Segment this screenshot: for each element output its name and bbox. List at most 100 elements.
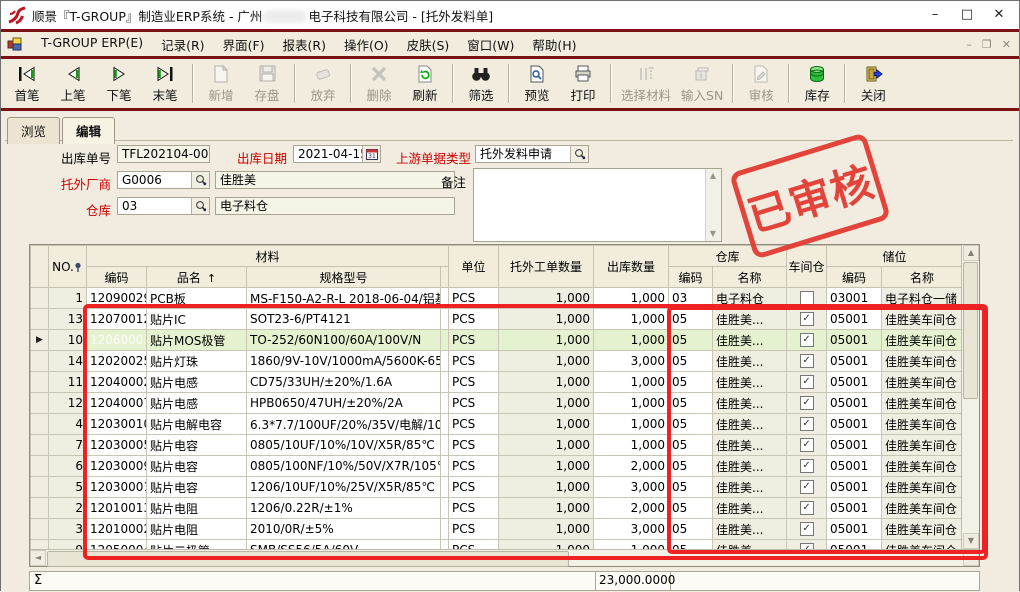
- col-header-spec[interactable]: 规格型号: [247, 267, 441, 288]
- cell-clipped[interactable]: [441, 372, 449, 393]
- row-indicator[interactable]: [31, 351, 49, 372]
- cell-material-code[interactable]: 12030001: [87, 477, 147, 498]
- cell-material-code[interactable]: 12010013: [87, 498, 147, 519]
- table-row[interactable]: 312010002贴片电阻2010/0R/±5%PCS1,0003,00005佳…: [31, 519, 963, 540]
- cell-clipped[interactable]: [441, 456, 449, 477]
- cell-workshop-checkbox[interactable]: ✓: [787, 435, 827, 456]
- cell-wo-qty[interactable]: 1,000: [499, 309, 594, 330]
- cell-spec[interactable]: 0805/10UF/10%/10V/X5R/85℃: [247, 435, 441, 456]
- cell-location-name[interactable]: 佳胜美车间仓: [882, 498, 962, 519]
- cell-warehouse-code[interactable]: 05: [669, 540, 713, 550]
- cell-workshop-checkbox[interactable]: [787, 288, 827, 309]
- cell-warehouse-code[interactable]: 05: [669, 393, 713, 414]
- toolbar-button-关闭[interactable]: 关闭: [850, 60, 896, 107]
- cell-spec[interactable]: SMB/SS56/5A/60V: [247, 540, 441, 550]
- row-indicator[interactable]: [31, 456, 49, 477]
- cell-warehouse-name[interactable]: 佳胜美...: [713, 540, 787, 550]
- toolbar-button-预览[interactable]: 预览: [514, 60, 560, 107]
- cell-workshop-checkbox[interactable]: ✓: [787, 456, 827, 477]
- cell-warehouse-name[interactable]: 佳胜美...: [713, 372, 787, 393]
- row-indicator[interactable]: [31, 498, 49, 519]
- toolbar-button-下笔[interactable]: 下笔: [96, 60, 142, 107]
- cell-out-qty[interactable]: 1,000: [594, 393, 669, 414]
- cell-no[interactable]: 2: [49, 498, 87, 519]
- scrollbar-thumb[interactable]: [47, 551, 569, 567]
- cell-location-code[interactable]: 05001: [827, 519, 882, 540]
- scroll-right-icon[interactable]: ►: [963, 550, 979, 566]
- cell-unit[interactable]: PCS: [449, 351, 499, 372]
- cell-no[interactable]: 5: [49, 477, 87, 498]
- cell-wo-qty[interactable]: 1,000: [499, 477, 594, 498]
- grid-vertical-scrollbar[interactable]: ▲ ▼: [961, 245, 979, 549]
- cell-material-name[interactable]: 贴片电容: [147, 477, 247, 498]
- checkbox-checked-icon[interactable]: ✓: [800, 333, 814, 347]
- cell-material-code[interactable]: 12030005: [87, 435, 147, 456]
- cell-clipped[interactable]: [441, 393, 449, 414]
- table-row[interactable]: ▶1012060003贴片MOS极管TO-252/60N100/60A/100V…: [31, 330, 963, 351]
- cell-no[interactable]: 4: [49, 414, 87, 435]
- cell-warehouse-name[interactable]: 佳胜美...: [713, 393, 787, 414]
- row-indicator[interactable]: ▶: [31, 330, 49, 351]
- toolbar-button-筛选[interactable]: 筛选: [458, 60, 504, 107]
- cell-wo-qty[interactable]: 1,000: [499, 498, 594, 519]
- col-header-out-qty[interactable]: 出库数量: [594, 246, 669, 288]
- checkbox-checked-icon[interactable]: ✓: [800, 312, 814, 326]
- cell-wo-qty[interactable]: 1,000: [499, 540, 594, 550]
- cell-location-code[interactable]: 05001: [827, 540, 882, 550]
- cell-warehouse-code[interactable]: 05: [669, 477, 713, 498]
- minimize-button[interactable]: –: [919, 1, 951, 29]
- cell-material-code[interactable]: 12030009: [87, 456, 147, 477]
- cell-workshop-checkbox[interactable]: ✓: [787, 498, 827, 519]
- remark-scrollbar[interactable]: ▲ ▼: [705, 169, 721, 241]
- cell-material-name[interactable]: 贴片灯珠: [147, 351, 247, 372]
- scroll-down-icon[interactable]: ▼: [706, 227, 720, 241]
- row-indicator[interactable]: [31, 288, 49, 309]
- cell-material-code[interactable]: 12010002: [87, 519, 147, 540]
- cell-unit[interactable]: PCS: [449, 519, 499, 540]
- cell-wo-qty[interactable]: 1,000: [499, 435, 594, 456]
- cell-unit[interactable]: PCS: [449, 288, 499, 309]
- lookup-icon[interactable]: [570, 146, 588, 162]
- cell-warehouse-name[interactable]: 佳胜美...: [713, 309, 787, 330]
- cell-location-name[interactable]: 佳胜美车间仓: [882, 372, 962, 393]
- upstream-type-field[interactable]: 托外发料申请: [475, 145, 589, 163]
- toolbar-button-打印[interactable]: 打印: [560, 60, 606, 107]
- cell-wo-qty[interactable]: 1,000: [499, 456, 594, 477]
- cell-spec[interactable]: 1860/9V-10V/1000mA/5600K-6500K...: [247, 351, 441, 372]
- cell-clipped[interactable]: [441, 309, 449, 330]
- table-row[interactable]: 1112040002贴片电感CD75/33UH/±20%/1.6APCS1,00…: [31, 372, 963, 393]
- cell-no[interactable]: 9: [49, 540, 87, 550]
- menu-item-2[interactable]: 界面(F): [214, 33, 274, 56]
- cell-unit[interactable]: PCS: [449, 540, 499, 550]
- cell-out-qty[interactable]: 3,000: [594, 351, 669, 372]
- tab-edit[interactable]: 编辑: [62, 117, 115, 144]
- cell-material-name[interactable]: 贴片电阻: [147, 498, 247, 519]
- cell-location-code[interactable]: 05001: [827, 414, 882, 435]
- cell-warehouse-code[interactable]: 05: [669, 351, 713, 372]
- cell-spec[interactable]: MS-F150-A2-R-L 2018-06-04/铝基...: [247, 288, 441, 309]
- cell-location-name[interactable]: 电子料仓一储: [882, 288, 962, 309]
- cell-wo-qty[interactable]: 1,000: [499, 372, 594, 393]
- cell-no[interactable]: 6: [49, 456, 87, 477]
- cell-location-name[interactable]: 佳胜美车间仓: [882, 477, 962, 498]
- cell-location-code[interactable]: 05001: [827, 351, 882, 372]
- cell-material-code[interactable]: 12070012: [87, 309, 147, 330]
- cell-spec[interactable]: TO-252/60N100/60A/100V/N: [247, 330, 441, 351]
- checkbox-checked-icon[interactable]: ✓: [800, 375, 814, 389]
- cell-no[interactable]: 1: [49, 288, 87, 309]
- cell-warehouse-code[interactable]: 05: [669, 456, 713, 477]
- table-row[interactable]: 112090029PCB板MS-F150-A2-R-L 2018-06-04/铝…: [31, 288, 963, 309]
- menu-item-4[interactable]: 操作(O): [335, 33, 398, 56]
- cell-wo-qty[interactable]: 1,000: [499, 288, 594, 309]
- cell-unit[interactable]: PCS: [449, 414, 499, 435]
- cell-spec[interactable]: 0805/100NF/10%/50V/X7R/105℃: [247, 456, 441, 477]
- cell-material-name[interactable]: 贴片MOS极管: [147, 330, 247, 351]
- table-row[interactable]: 412030010贴片电解电容6.3*7.7/100UF/20%/35V/电解/…: [31, 414, 963, 435]
- cell-unit[interactable]: PCS: [449, 330, 499, 351]
- cell-material-code[interactable]: 12090029: [87, 288, 147, 309]
- checkbox-unchecked-icon[interactable]: [800, 291, 814, 305]
- cell-spec[interactable]: 1206/0.22R/±1%: [247, 498, 441, 519]
- table-row[interactable]: 1412020025贴片灯珠1860/9V-10V/1000mA/5600K-6…: [31, 351, 963, 372]
- row-indicator[interactable]: [31, 519, 49, 540]
- cell-clipped[interactable]: [441, 330, 449, 351]
